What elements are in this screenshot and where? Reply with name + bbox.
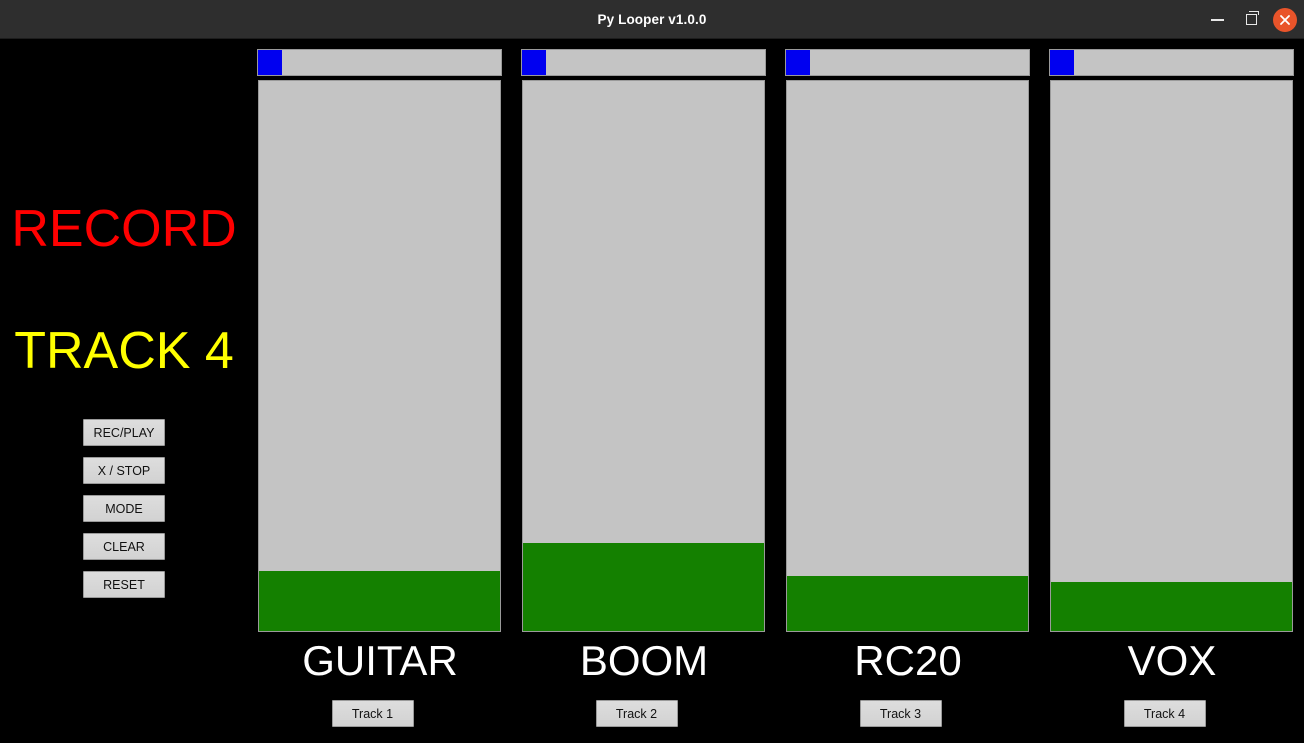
maximize-button[interactable] xyxy=(1234,0,1268,39)
track-volume-slider-handle[interactable] xyxy=(1050,50,1074,75)
track-select-button[interactable]: Track 2 xyxy=(595,700,678,727)
track-level-meter-fill xyxy=(787,576,1028,631)
track-strip: RC20 Track 3 xyxy=(778,45,1030,735)
track-level-meter-fill xyxy=(1051,581,1292,631)
track-level-meter[interactable] xyxy=(1050,80,1293,632)
track-volume-slider-handle[interactable] xyxy=(522,50,546,75)
control-button-mode[interactable]: MODE xyxy=(83,495,165,522)
track-volume-slider-handle[interactable] xyxy=(786,50,810,75)
track-volume-slider-handle[interactable] xyxy=(258,50,282,75)
control-button-group: REC/PLAY X / STOP MODE CLEAR RESET xyxy=(0,419,248,609)
close-icon xyxy=(1273,7,1297,32)
track-level-meter[interactable] xyxy=(786,80,1029,632)
track-level-meter[interactable] xyxy=(258,80,501,632)
control-button-clear[interactable]: CLEAR xyxy=(83,533,165,560)
track-select-button[interactable]: Track 1 xyxy=(331,700,414,727)
maximize-icon xyxy=(1245,14,1257,25)
track-volume-slider[interactable] xyxy=(521,49,766,76)
control-button-rec-play[interactable]: REC/PLAY xyxy=(83,419,165,446)
track-level-meter-fill xyxy=(523,543,764,631)
track-volume-slider[interactable] xyxy=(1049,49,1294,76)
track-select-button[interactable]: Track 4 xyxy=(1123,700,1206,727)
track-name-label: BOOM xyxy=(579,637,709,684)
track-level-meter[interactable] xyxy=(522,80,765,632)
window-titlebar: Py Looper v1.0.0 xyxy=(0,0,1304,39)
close-button[interactable] xyxy=(1268,0,1302,39)
track-name-label: GUITAR xyxy=(302,637,458,684)
track-strip: BOOM Track 2 xyxy=(514,45,766,735)
track-select-button[interactable]: Track 3 xyxy=(859,700,942,727)
minimize-icon xyxy=(1210,18,1224,21)
track-name-label: VOX xyxy=(1127,637,1217,684)
minimize-button[interactable] xyxy=(1200,0,1234,39)
track-volume-slider[interactable] xyxy=(257,49,502,76)
control-button-x-stop[interactable]: X / STOP xyxy=(83,457,165,484)
control-panel: RECORD TRACK 4 REC/PLAY X / STOP MODE CLEAR… xyxy=(0,39,248,743)
track-strip: VOX Track 4 xyxy=(1042,45,1294,735)
status-track-label: TRACK 4 xyxy=(14,322,234,380)
track-level-meter-fill xyxy=(259,570,500,631)
track-volume-slider[interactable] xyxy=(785,49,1030,76)
track-name-label: RC20 xyxy=(854,637,962,684)
track-strip-container: GUITAR Track 1 BOOM Track 2 RC20 Track 3 VOX Tr… xyxy=(250,45,1298,735)
control-button-reset[interactable]: RESET xyxy=(83,571,165,598)
track-strip: GUITAR Track 1 xyxy=(250,45,502,735)
window-title: Py Looper v1.0.0 xyxy=(597,12,707,27)
status-mode-label: RECORD xyxy=(11,200,237,258)
